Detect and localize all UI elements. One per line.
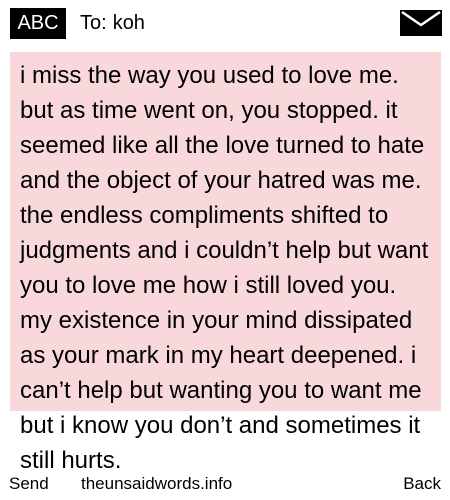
envelope-icon [400, 10, 442, 36]
compose-message-screen: ABC To: koh i miss the way you used to lo… [0, 0, 450, 500]
send-softkey[interactable]: Send [9, 472, 49, 496]
back-softkey[interactable]: Back [403, 472, 441, 496]
recipient-row[interactable]: To: koh [80, 10, 145, 36]
compose-header: ABC To: koh [0, 0, 450, 46]
recipient-name[interactable]: koh [113, 12, 145, 34]
softkey-bar: Send theunsaidwords.info Back [0, 472, 450, 500]
input-mode-badge[interactable]: ABC [10, 8, 66, 39]
to-label: To: [80, 12, 107, 34]
message-body-text[interactable]: i miss the way you used to love me. but … [20, 58, 432, 478]
watermark-text: theunsaidwords.info [81, 472, 233, 496]
